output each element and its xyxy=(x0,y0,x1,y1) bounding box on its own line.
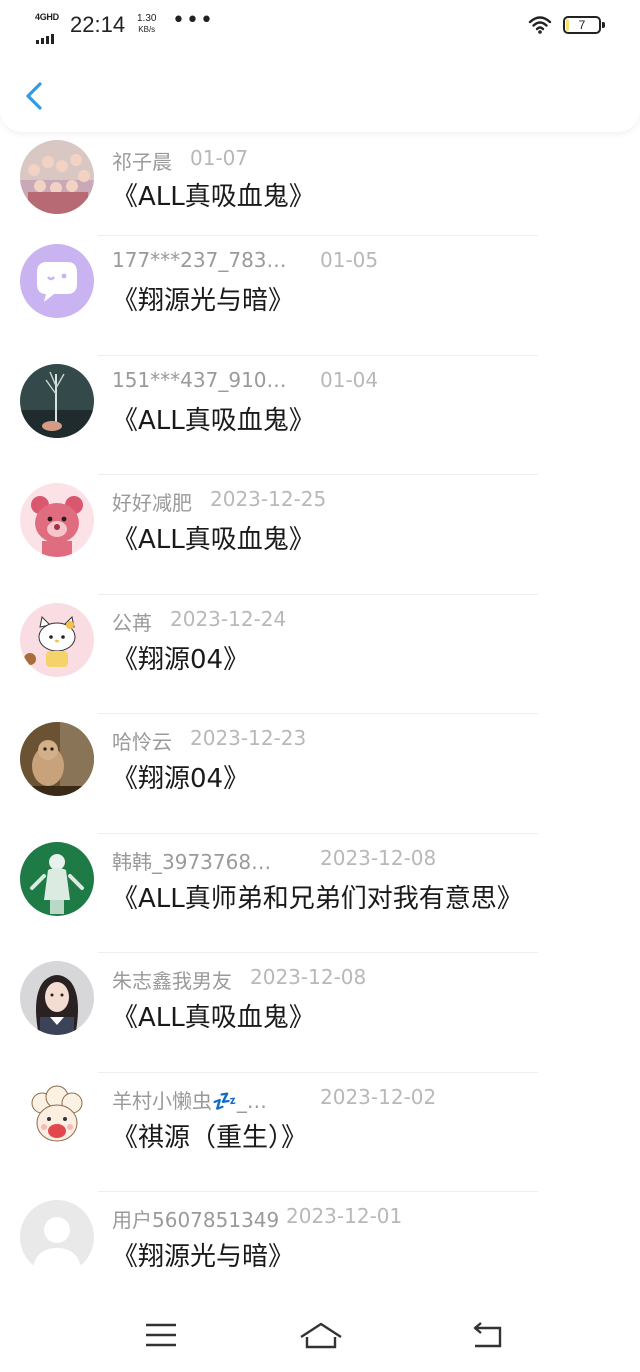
read-date: 2023-12-25 xyxy=(210,487,327,511)
read-date: 2023-12-02 xyxy=(320,1084,437,1109)
speed-unit: KB/s xyxy=(138,25,156,34)
avatar[interactable] xyxy=(20,363,94,438)
list-item[interactable]: 177***237_783… 01-05 《翔源光与暗》 xyxy=(0,236,640,356)
read-date: 2023-12-24 xyxy=(170,606,287,631)
more-dots: ••• xyxy=(172,8,214,33)
avatar[interactable] xyxy=(20,841,94,916)
avatar[interactable] xyxy=(20,1200,94,1274)
avatar[interactable] xyxy=(20,602,94,677)
book-title[interactable]: 《翔源04》 xyxy=(112,758,249,795)
avatar[interactable] xyxy=(20,140,94,214)
read-date: 2023-12-08 xyxy=(320,845,437,870)
user-name: 哈怜云 xyxy=(112,730,172,754)
book-title[interactable]: 《ALL真吸血鬼》 xyxy=(112,519,315,556)
read-date: 01-04 xyxy=(320,367,379,392)
signal-icon: 4GHD xyxy=(35,12,63,44)
user-name: 韩韩_3973768… xyxy=(112,849,272,874)
user-name: 朱志鑫我男友 xyxy=(112,969,232,993)
list-item[interactable]: 用户5607851349 2023-12-01 《翔源光与暗》 xyxy=(0,1192,640,1312)
book-title[interactable]: 《翔源光与暗》 xyxy=(112,1236,294,1273)
menu-icon[interactable] xyxy=(143,1320,179,1350)
top-header xyxy=(0,52,640,132)
book-title[interactable]: 《翔源光与暗》 xyxy=(112,280,294,317)
book-title[interactable]: 《ALL真吸血鬼》 xyxy=(112,400,315,437)
avatar[interactable] xyxy=(20,1080,94,1155)
avatar[interactable] xyxy=(20,961,94,1035)
read-date: 01-07 xyxy=(190,146,249,170)
avatar[interactable] xyxy=(20,483,94,557)
avatar[interactable] xyxy=(20,244,94,318)
network-speed: 1.30 KB/s xyxy=(137,13,156,35)
home-icon[interactable] xyxy=(298,1320,344,1350)
user-name: 用户5607851349 xyxy=(112,1208,280,1232)
user-name: 羊村小懒虫💤_… xyxy=(112,1088,267,1113)
read-date: 2023-12-08 xyxy=(250,965,367,989)
status-bar: 4GHD 22:14 1.30 KB/s ••• 7 xyxy=(0,0,640,52)
reader-list: 祁子晨 01-07 《ALL真吸血鬼》 177***237_783… 01-05 《翔源光… xyxy=(0,132,640,1312)
list-item[interactable]: 公苒 2023-12-24 《翔源04》 xyxy=(0,595,640,714)
system-nav-bar xyxy=(0,1300,640,1372)
book-title[interactable]: 《祺源（重生）》 xyxy=(112,1117,307,1154)
user-name: 177***237_783… xyxy=(112,248,287,272)
list-item[interactable]: 羊村小懒虫💤_… 2023-12-02 《祺源（重生）》 xyxy=(0,1073,640,1192)
back-icon[interactable] xyxy=(470,1320,506,1350)
user-name: 祁子晨 xyxy=(112,150,172,174)
user-name: 151***437_910… xyxy=(112,367,287,392)
battery-percent: 7 xyxy=(578,18,586,32)
network-type: 4GHD xyxy=(35,12,59,22)
avatar[interactable] xyxy=(20,722,94,796)
book-title[interactable]: 《ALL真吸血鬼》 xyxy=(112,997,315,1034)
list-item[interactable]: 祁子晨 01-07 《ALL真吸血鬼》 xyxy=(0,132,640,236)
read-date: 2023-12-01 xyxy=(286,1204,403,1228)
list-item[interactable]: 韩韩_3973768… 2023-12-08 《ALL真师弟和兄弟们对我有意思》 xyxy=(0,834,640,953)
list-item[interactable]: 好好减肥 2023-12-25 《ALL真吸血鬼》 xyxy=(0,475,640,595)
chevron-left-icon[interactable] xyxy=(20,78,50,114)
speed-value: 1.30 xyxy=(137,13,157,24)
wifi-icon xyxy=(528,16,552,34)
user-name: 公苒 xyxy=(112,610,152,635)
user-name: 好好减肥 xyxy=(112,491,192,515)
read-date: 2023-12-23 xyxy=(190,726,307,750)
list-item[interactable]: 哈怜云 2023-12-23 《翔源04》 xyxy=(0,714,640,834)
clock: 22:14 xyxy=(70,12,126,37)
book-title[interactable]: 《翔源04》 xyxy=(112,639,249,676)
read-date: 01-05 xyxy=(320,248,379,272)
book-title[interactable]: 《ALL真吸血鬼》 xyxy=(112,176,315,213)
list-item[interactable]: 151***437_910… 01-04 《ALL真吸血鬼》 xyxy=(0,356,640,475)
list-item[interactable]: 朱志鑫我男友 2023-12-08 《ALL真吸血鬼》 xyxy=(0,953,640,1073)
battery-icon: 7 xyxy=(563,16,605,34)
book-title[interactable]: 《ALL真师弟和兄弟们对我有意思》 xyxy=(112,878,523,915)
